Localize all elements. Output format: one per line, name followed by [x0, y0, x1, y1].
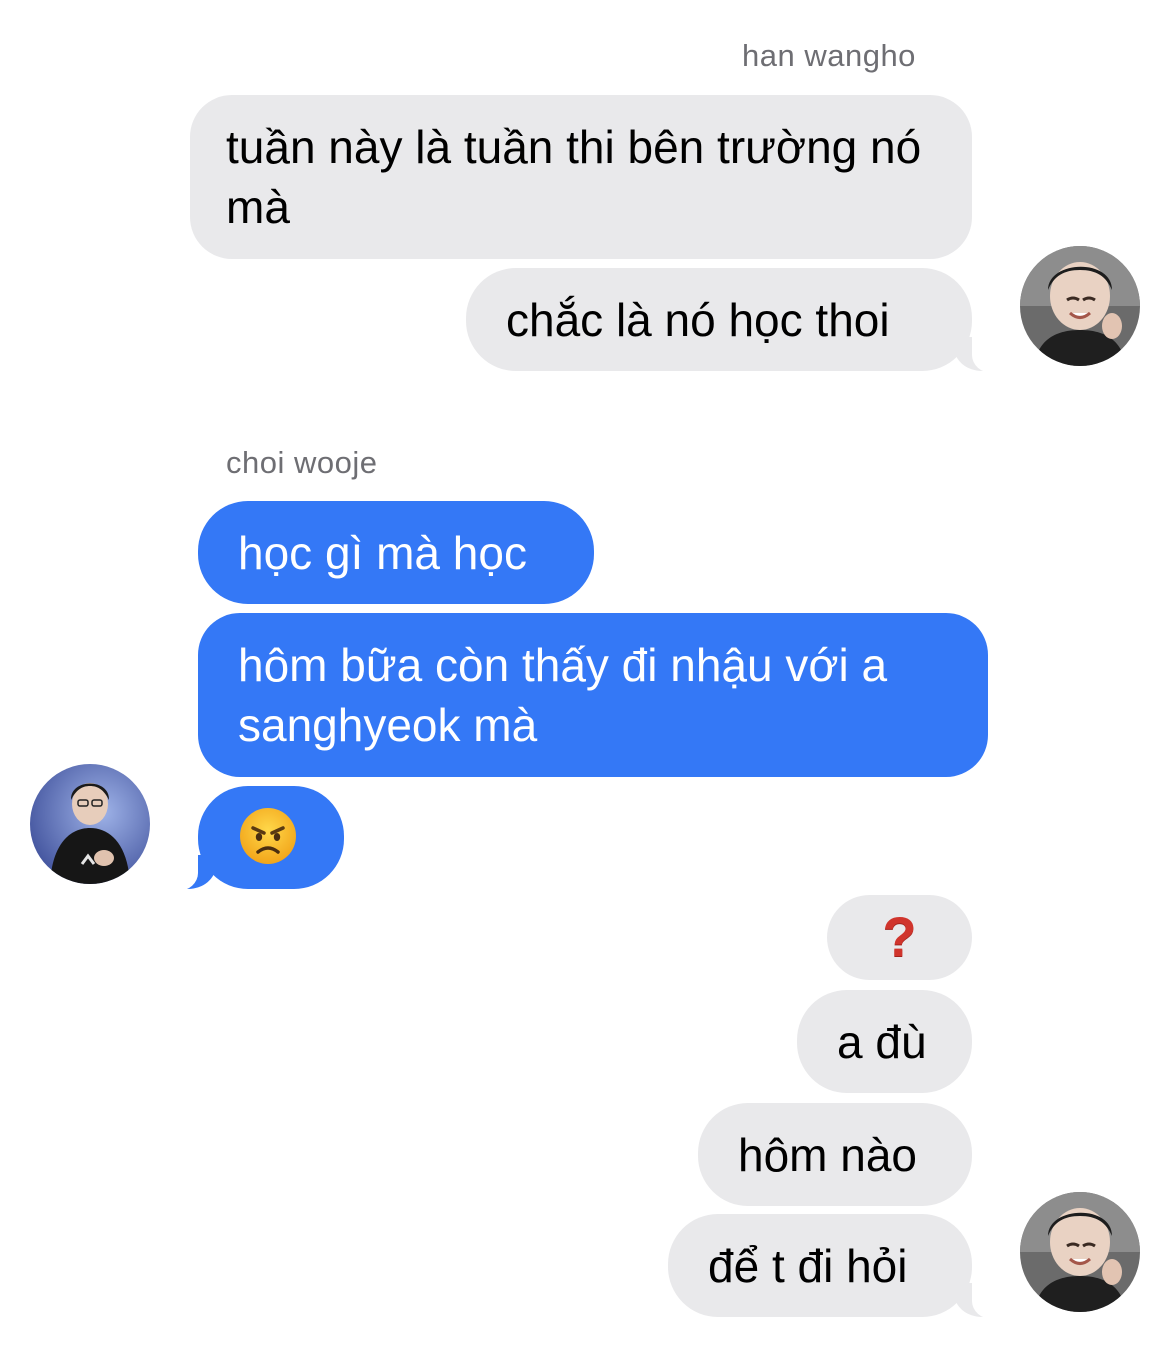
- message-bubble[interactable]: a đù: [797, 990, 972, 1093]
- avatar[interactable]: [1020, 1192, 1140, 1312]
- message-bubble[interactable]: 😠: [168, 786, 344, 891]
- message-bubble[interactable]: ? ❓: [827, 895, 972, 980]
- message-text: chắc là nó học thoi: [506, 294, 890, 346]
- sender-name-han-wangho: han wangho: [742, 38, 916, 73]
- question-mark-icon: ?: [882, 905, 917, 968]
- avatar[interactable]: [1020, 246, 1140, 366]
- message-text: học gì mà học: [238, 527, 527, 579]
- message-text: để t đi hỏi: [708, 1240, 908, 1292]
- sender-name-choi-wooje: choi wooje: [226, 445, 378, 480]
- avatar[interactable]: [30, 764, 150, 884]
- message-bubble[interactable]: hôm nào: [698, 1103, 972, 1206]
- person-photo-avatar-icon: [30, 764, 150, 884]
- message-bubble[interactable]: để t đi hỏi: [668, 1214, 1002, 1319]
- message-text: a đù: [837, 1016, 927, 1068]
- message-text: tuần này là tuần thi bên trường nó mà: [226, 121, 922, 233]
- message-bubble[interactable]: học gì mà học: [198, 501, 594, 604]
- message-bubble[interactable]: hôm bữa còn thấy đi nhậu với a sanghyeok…: [198, 613, 988, 777]
- person-photo-avatar-icon: [1020, 1192, 1140, 1312]
- message-bubble[interactable]: tuần này là tuần thi bên trường nó mà: [190, 95, 972, 259]
- person-photo-avatar-icon: [1020, 246, 1140, 366]
- angry-face-icon: [238, 806, 298, 880]
- message-text: hôm bữa còn thấy đi nhậu với a sanghyeok…: [238, 639, 888, 751]
- message-bubble[interactable]: chắc là nó học thoi: [466, 268, 1002, 373]
- message-text: hôm nào: [738, 1129, 918, 1181]
